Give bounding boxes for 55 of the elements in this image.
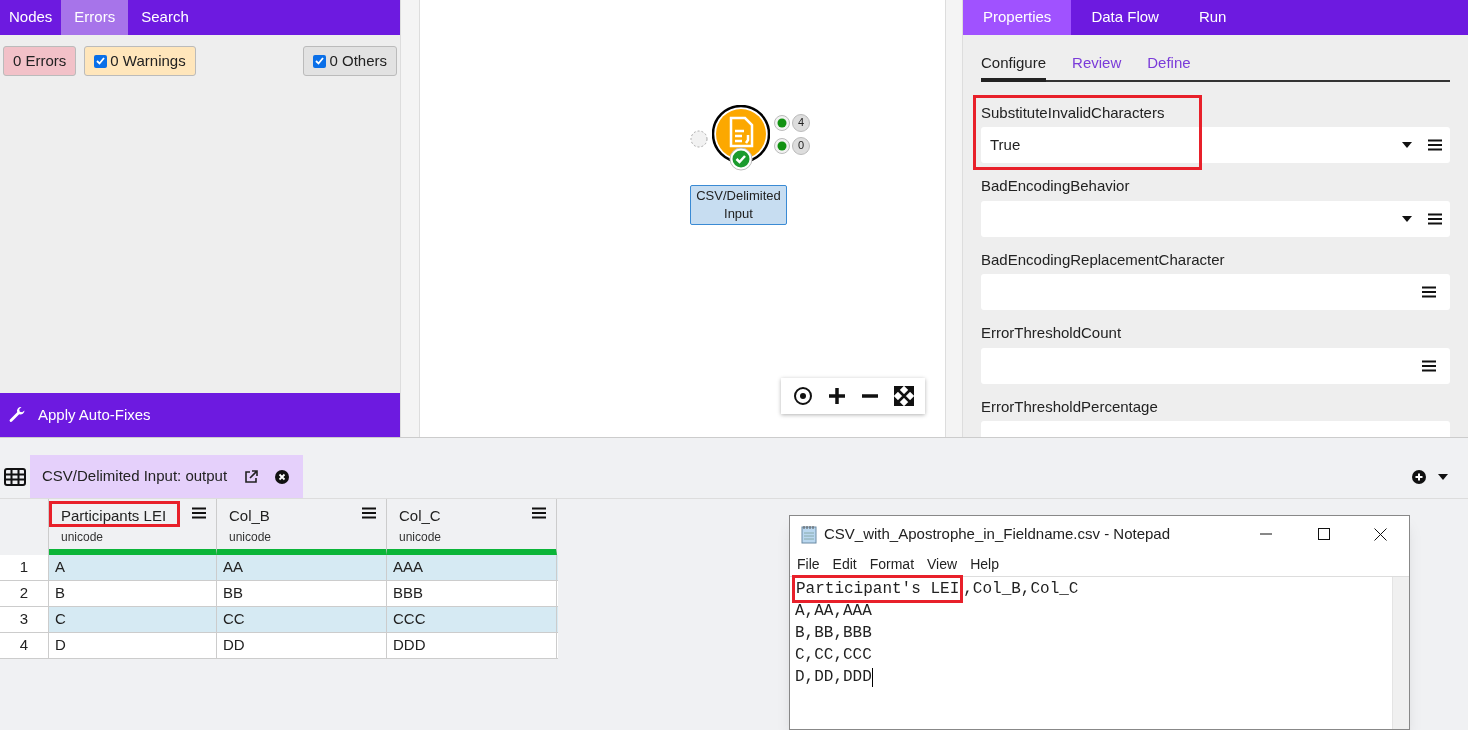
table-cell: CCC xyxy=(387,607,557,632)
column-header[interactable]: Col_B xyxy=(229,505,386,528)
row-number: 1 xyxy=(0,555,49,580)
column-type: unicode xyxy=(399,528,443,546)
window-title: CSV_with_Apostrophe_in_Fieldname.csv - Notepad xyxy=(824,523,1171,544)
property-label: BadEncodingReplacementCharacter xyxy=(981,249,1226,270)
filter-button[interactable]: 0 Errors xyxy=(3,46,77,76)
panel-tab[interactable]: Data Flow xyxy=(1071,0,1179,35)
column-type: unicode xyxy=(229,528,273,546)
filter-button[interactable]: 0 Others xyxy=(303,46,397,76)
text-line: A,AA,AAA xyxy=(795,601,872,622)
menu-item[interactable]: Edit xyxy=(832,553,857,575)
column-type: unicode xyxy=(61,528,105,546)
panel-tab[interactable]: Properties xyxy=(963,0,1072,35)
table-cell: BB xyxy=(217,581,387,606)
text-line: C,CC,CCC xyxy=(795,645,872,666)
row-number: 3 xyxy=(0,607,49,632)
subtab[interactable]: Configure xyxy=(981,52,1047,82)
record-count: 0 xyxy=(792,136,810,155)
apply-auto-fixes-button[interactable]: Apply Auto-Fixes xyxy=(0,393,400,437)
subtab[interactable]: Define xyxy=(1147,52,1191,82)
table-cell: BBB xyxy=(387,581,557,606)
text-line: ,Col_B,Col_C xyxy=(963,579,1079,600)
table-cell: DDD xyxy=(387,633,557,658)
table-cell: D xyxy=(49,633,217,658)
table-cell: CC xyxy=(217,607,387,632)
table-cell: AAA xyxy=(387,555,557,580)
column-header[interactable]: Participants LEI xyxy=(61,505,216,528)
filter-button[interactable]: 0 Warnings xyxy=(84,46,196,76)
table-cell: DD xyxy=(217,633,387,658)
node-label[interactable]: CSV/Delimited Input xyxy=(690,185,787,225)
highlighted-text: Participant's LEI xyxy=(792,575,964,603)
text-line: D,DD,DDD xyxy=(795,667,872,688)
property-label: ErrorThresholdPercentage xyxy=(981,396,1159,417)
property-label: SubstituteInvalidCharacters xyxy=(981,102,1166,123)
subtab[interactable]: Review xyxy=(1072,52,1122,82)
table-cell: A xyxy=(49,555,217,580)
panel-tab[interactable]: Nodes xyxy=(0,0,62,35)
menu-item[interactable]: Help xyxy=(970,553,999,575)
output-tab[interactable]: CSV/Delimited Input: output xyxy=(30,455,304,498)
dropdown-field[interactable]: True xyxy=(981,127,1450,163)
table-cell: B xyxy=(49,581,217,606)
menu-item[interactable]: File xyxy=(797,553,820,575)
menu-item[interactable]: Format xyxy=(869,553,915,575)
menu-item[interactable]: View xyxy=(927,553,958,575)
property-label: BadEncodingBehavior xyxy=(981,176,1131,196)
text-line: B,BB,BBB xyxy=(795,623,872,644)
record-count: 4 xyxy=(792,113,810,132)
column-header[interactable]: Col_C xyxy=(399,505,556,528)
panel-tab[interactable]: Search xyxy=(128,0,202,35)
output-tab-title[interactable]: CSV/Delimited Input: output xyxy=(42,465,228,488)
property-label: ErrorThresholdCount xyxy=(981,323,1123,343)
table-cell: AA xyxy=(217,555,387,580)
panel-tab[interactable]: Run xyxy=(1178,0,1247,35)
table-cell: C xyxy=(49,607,217,632)
